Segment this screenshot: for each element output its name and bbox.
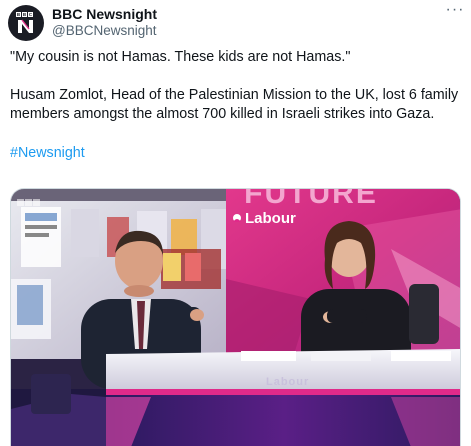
tweet-quote: "My cousin is not Hamas. These kids are … bbox=[10, 49, 351, 65]
tweet-body: Husam Zomlot, Head of the Palestinian Mi… bbox=[10, 87, 459, 122]
tweet-hashtag-line: #Newsnight bbox=[10, 144, 85, 163]
tweet-media[interactable]: FUTURE Labour Labour bbox=[10, 188, 461, 446]
desk-text: Labour bbox=[266, 376, 309, 388]
more-options-button[interactable]: ··· bbox=[443, 2, 467, 22]
studio-banner-text: FUTURE bbox=[244, 189, 378, 210]
hashtag-link[interactable]: #Newsnight bbox=[10, 145, 85, 161]
party-logo-text: Labour bbox=[245, 210, 296, 227]
author-handle[interactable]: @BBCNewsnight bbox=[52, 22, 157, 40]
video-still-image: FUTURE Labour Labour bbox=[11, 189, 460, 446]
bbc-newsnight-logo: B B C bbox=[16, 12, 33, 33]
author-name[interactable]: BBC Newsnight bbox=[52, 5, 157, 23]
tweet-card: B B C BBC Newsnight @BBCNewsnight ··· "M… bbox=[0, 0, 471, 446]
avatar[interactable]: B B C bbox=[8, 5, 44, 41]
